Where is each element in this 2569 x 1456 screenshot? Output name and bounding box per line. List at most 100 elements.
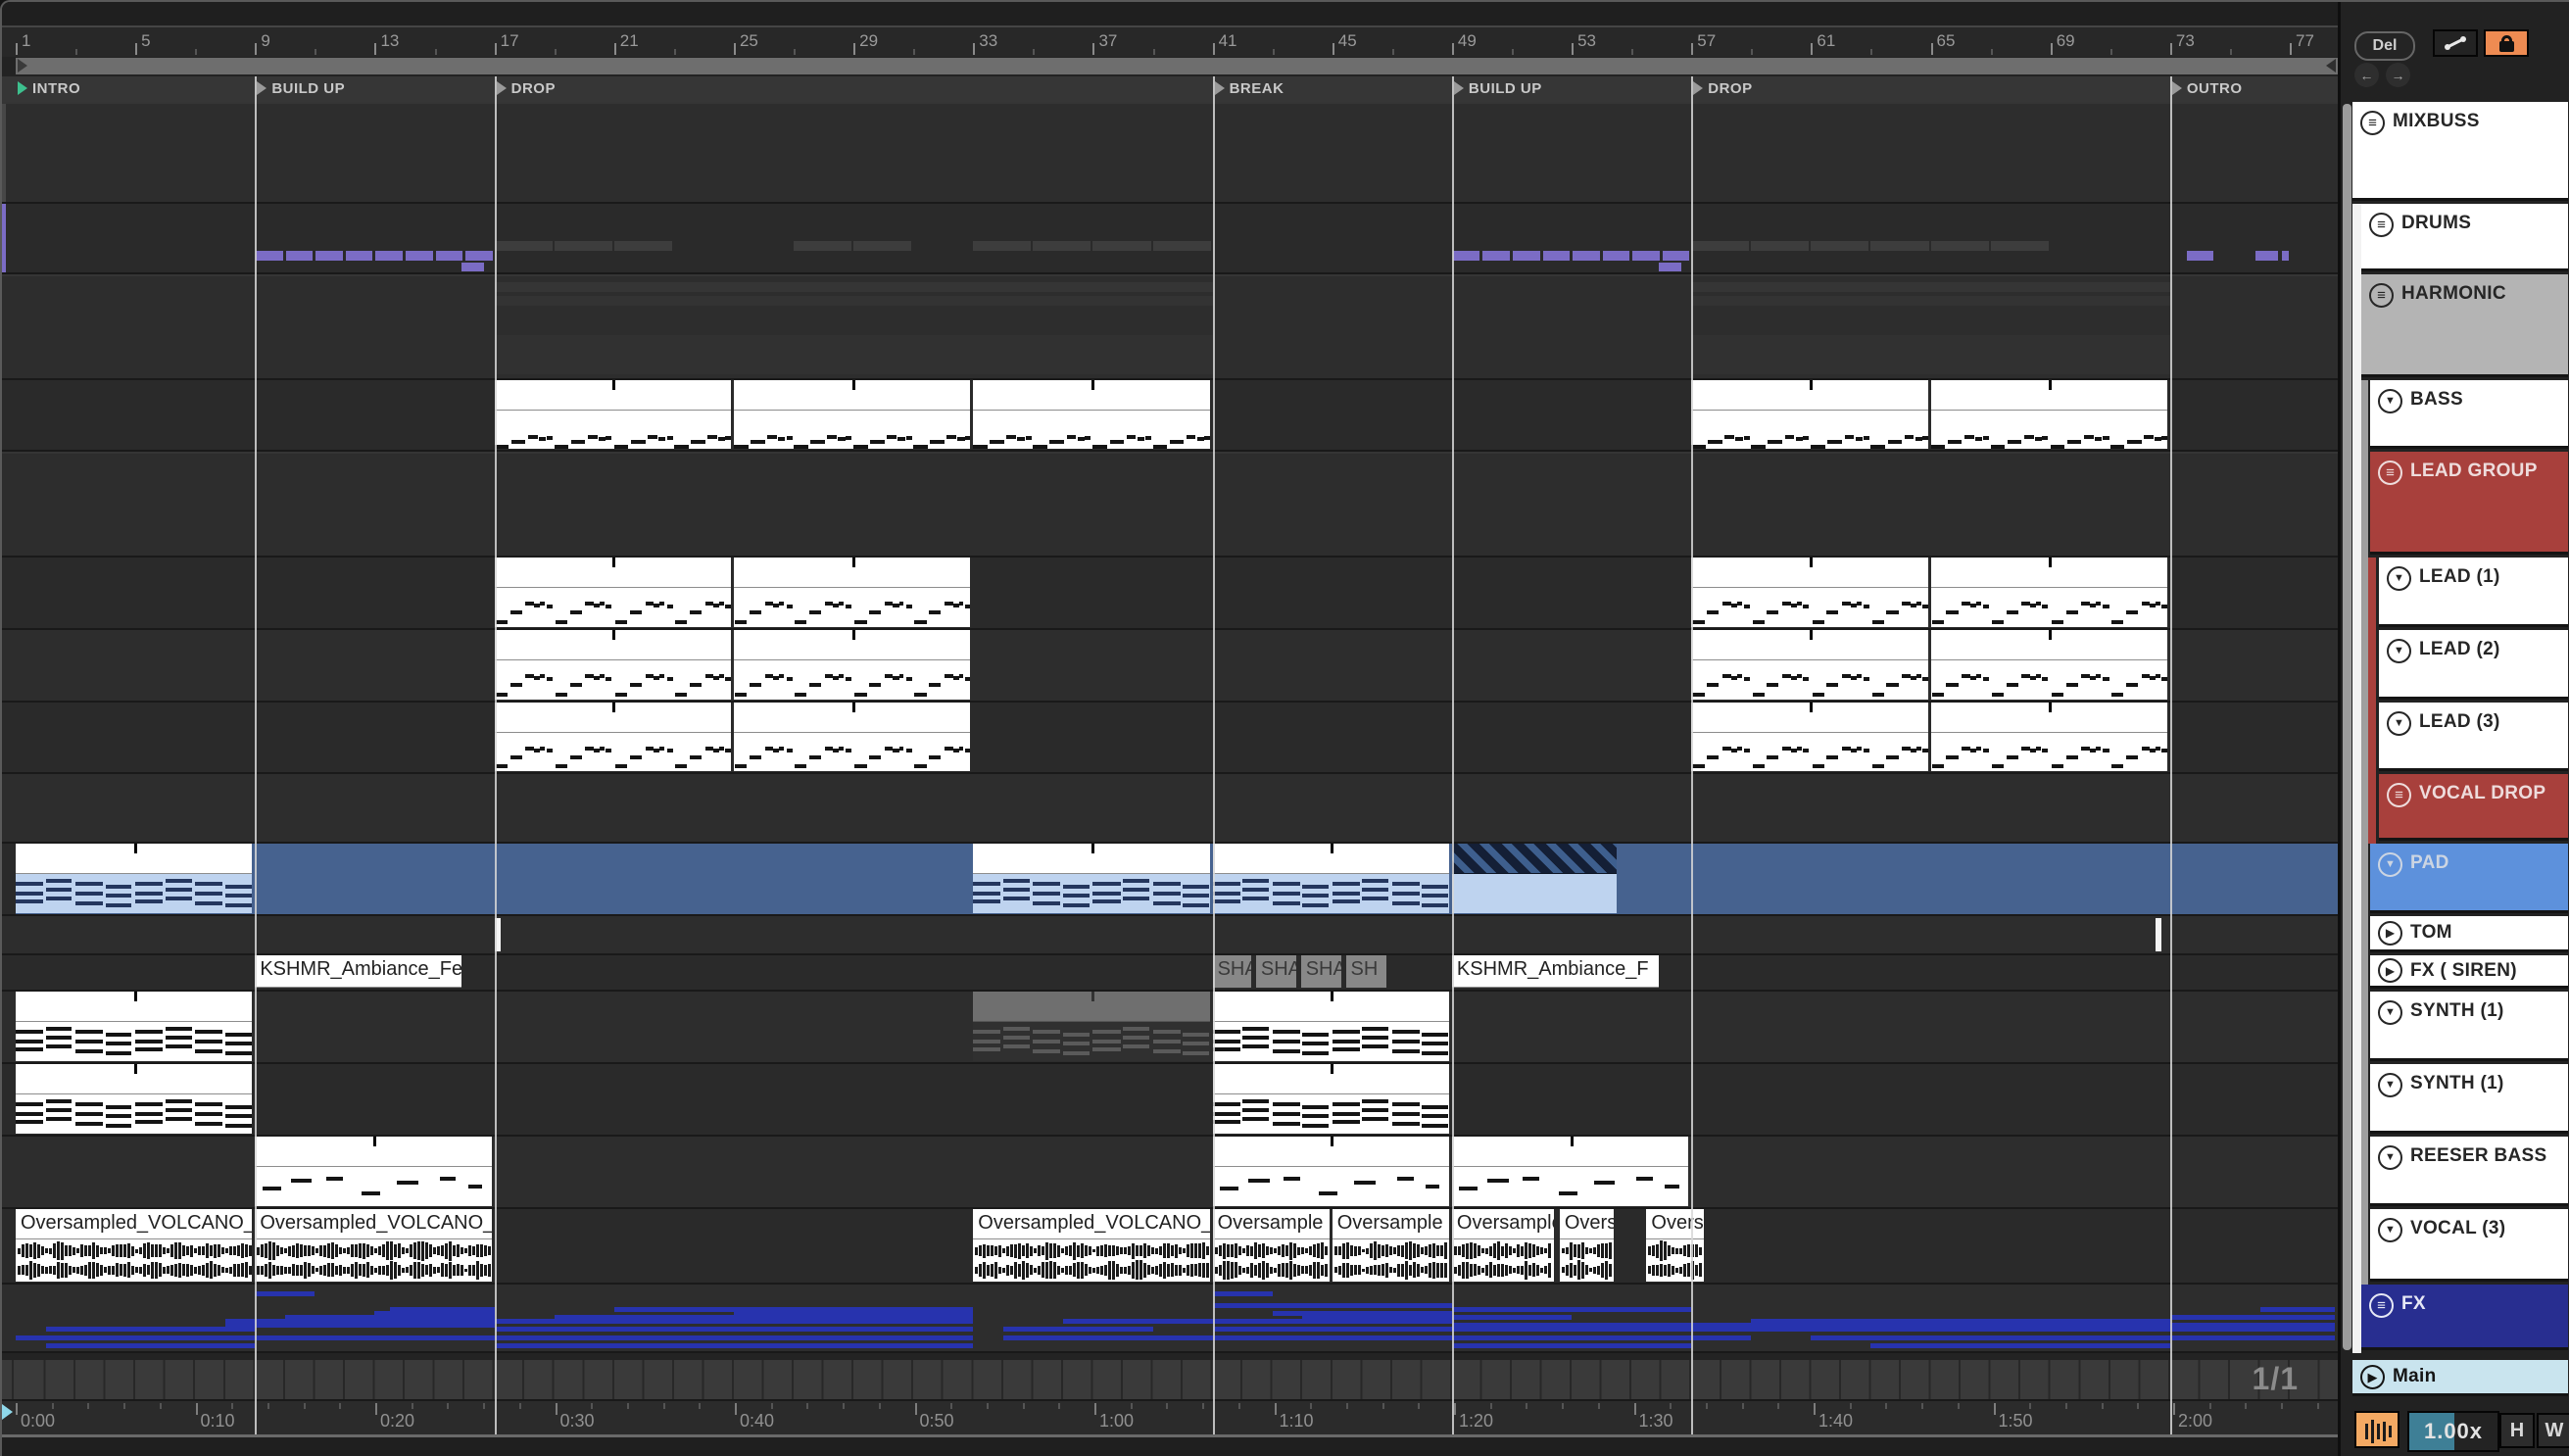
audition-waveform-button[interactable] (2354, 1411, 2399, 1448)
locator-flag-icon[interactable] (18, 81, 27, 95)
tiny-clip[interactable] (2155, 918, 2161, 951)
pad-clip-hatched[interactable] (1451, 844, 1617, 914)
pad-clip[interactable] (973, 844, 1210, 914)
audio-clip-title-only[interactable]: KSHMR_Ambiance_F (1451, 955, 1659, 988)
locator-label[interactable]: BREAK (1230, 80, 1284, 97)
midi-clip[interactable] (494, 630, 731, 701)
track-row-lead-group[interactable] (2, 452, 2338, 558)
audio-clip[interactable]: Oversampled_VOLCANO_ (16, 1209, 253, 1283)
delete-button[interactable]: Del (2354, 31, 2415, 61)
midi-clip[interactable] (733, 558, 971, 628)
shad-clip[interactable]: SH (1345, 955, 1386, 988)
bar-ruler[interactable]: 1 5 9 13 17 21 25 29 33 37 41 45 49 53 57 61 65 69 73 77 (2, 27, 2338, 57)
locator-label[interactable]: OUTRO (2187, 80, 2243, 97)
track-header-fx-siren-[interactable]: ▶ FX ( SIREN) (2370, 955, 2568, 989)
locator-label[interactable]: DROP (1708, 80, 1752, 97)
group-icon[interactable]: ≡ (2378, 461, 2402, 485)
pad-clip[interactable] (16, 844, 253, 914)
unfold-icon[interactable]: ▼ (2378, 852, 2402, 877)
midi-clip[interactable] (1930, 703, 2167, 772)
midi-clip[interactable] (733, 630, 971, 701)
midi-clip[interactable] (255, 1137, 492, 1207)
midi-clip[interactable] (494, 558, 731, 628)
play-icon[interactable]: ▶ (2378, 958, 2402, 983)
locator-flag-icon[interactable] (2171, 81, 2182, 95)
vertical-scrollbar[interactable] (2343, 104, 2351, 1350)
track-row-drums[interactable] (2, 204, 2338, 274)
main-automation-row[interactable]: 1/1 (2, 1360, 2338, 1399)
shad-clip[interactable]: SHAD (1212, 955, 1252, 988)
group-icon[interactable]: ≡ (2387, 783, 2411, 807)
track-row-fx[interactable] (2, 1285, 2338, 1353)
lock-envelopes-button[interactable] (2484, 29, 2529, 57)
midi-clip[interactable] (1212, 1064, 1449, 1135)
midi-clip[interactable] (1930, 558, 2167, 628)
midi-clip[interactable] (733, 380, 971, 450)
group-icon[interactable]: ≡ (2369, 213, 2394, 237)
track-header-synth-1-[interactable]: ▼ SYNTH (1) (2370, 1064, 2568, 1134)
midi-clip[interactable] (1691, 380, 1928, 450)
midi-clip[interactable] (1212, 992, 1449, 1062)
audio-clip[interactable]: Oversample (1212, 1209, 1330, 1283)
track-row-lead-3-[interactable] (2, 703, 2338, 774)
track-header-drums[interactable]: ≡ DRUMS (2361, 204, 2568, 271)
track-row-reeser-bass[interactable] (2, 1137, 2338, 1209)
midi-clip[interactable] (1930, 630, 2167, 701)
unfold-icon[interactable]: ▼ (2378, 1145, 2402, 1170)
audio-clip[interactable]: Oversampled_VOLCANO_ (973, 1209, 1210, 1283)
back-arrow-button[interactable]: ← (2354, 63, 2379, 87)
track-row-synth-1-[interactable] (2, 992, 2338, 1064)
playback-speed-control[interactable]: 1.00x (2407, 1411, 2499, 1452)
draw-mode-button[interactable] (2433, 29, 2478, 57)
midi-clip[interactable] (16, 1064, 253, 1135)
track-row-vocal-drop[interactable] (2, 774, 2338, 844)
locator-label[interactable]: BUILD UP (271, 80, 345, 97)
unfold-icon[interactable]: ▼ (2387, 639, 2411, 663)
track-header-reeser-bass[interactable]: ▼ REESER BASS (2370, 1137, 2568, 1206)
locator-flag-icon[interactable] (1693, 81, 1704, 95)
scrub-area[interactable] (16, 58, 2338, 74)
midi-clip[interactable] (1691, 558, 1928, 628)
shad-clip[interactable]: SHAD (1300, 955, 1341, 988)
time-ruler[interactable]: 0:00 0:10 0:20 0:30 0:40 0:50 1:00 1:10 1:20 1:30… (2, 1399, 2338, 1436)
track-row-fx-siren-[interactable]: KSHMR_Ambiance_FeSHADSHADSHADSHKSHMR_Amb… (2, 955, 2338, 992)
group-icon[interactable]: ≡ (2369, 1293, 2394, 1318)
track-header-main[interactable]: ▶ Main (2352, 1360, 2568, 1396)
unfold-icon[interactable]: ▼ (2378, 389, 2402, 413)
track-header-lead-3-[interactable]: ▼ LEAD (3) (2379, 703, 2568, 771)
locator-label[interactable]: BUILD UP (1469, 80, 1542, 97)
track-header-tom[interactable]: ▶ TOM (2370, 916, 2568, 952)
track-header-lead-1-[interactable]: ▼ LEAD (1) (2379, 558, 2568, 627)
optimize-width-button[interactable]: W (2537, 1413, 2569, 1448)
audio-clip[interactable]: Oversample (1332, 1209, 1449, 1283)
unfold-icon[interactable]: ▼ (2378, 1218, 2402, 1242)
arrangement-tracks-area[interactable]: KSHMR_Ambiance_FeSHADSHADSHADSHKSHMR_Amb… (2, 102, 2338, 1353)
midi-clip[interactable] (1930, 380, 2167, 450)
locator-flag-icon[interactable] (257, 81, 267, 95)
locator-flag-icon[interactable] (1453, 81, 1464, 95)
midi-clip[interactable] (1691, 703, 1928, 772)
group-icon[interactable]: ≡ (2360, 111, 2385, 135)
track-row-synth-1-[interactable] (2, 1064, 2338, 1137)
midi-clip[interactable] (973, 380, 1210, 450)
audio-clip[interactable]: Overs (1559, 1209, 1614, 1283)
track-row-lead-2-[interactable] (2, 630, 2338, 703)
shad-clip[interactable]: SHAD (1255, 955, 1297, 988)
midi-clip[interactable] (1451, 1137, 1689, 1207)
track-header-fx[interactable]: ≡ FX (2361, 1285, 2568, 1350)
track-header-synth-1-[interactable]: ▼ SYNTH (1) (2370, 992, 2568, 1061)
track-header-pad[interactable]: ▼ PAD (2370, 844, 2568, 913)
locator-flag-icon[interactable] (496, 81, 507, 95)
track-row-mixbuss[interactable] (2, 102, 2338, 204)
track-header-lead-2-[interactable]: ▼ LEAD (2) (2379, 630, 2568, 700)
audio-clip-title-only[interactable]: KSHMR_Ambiance_Fe (255, 955, 462, 988)
unfold-icon[interactable]: ▼ (2387, 711, 2411, 736)
unfold-icon[interactable]: ▼ (2378, 1000, 2402, 1025)
midi-clip[interactable] (16, 992, 253, 1062)
track-header-vocal-drop[interactable]: ≡ VOCAL DROP (2379, 774, 2568, 841)
midi-clip-deactivated[interactable] (973, 992, 1210, 1062)
track-header-mixbuss[interactable]: ≡ MIXBUSS (2352, 102, 2568, 201)
unfold-icon[interactable]: ▼ (2387, 566, 2411, 591)
locator-label[interactable]: INTRO (32, 80, 80, 97)
play-start-marker-icon[interactable] (2, 1404, 13, 1420)
